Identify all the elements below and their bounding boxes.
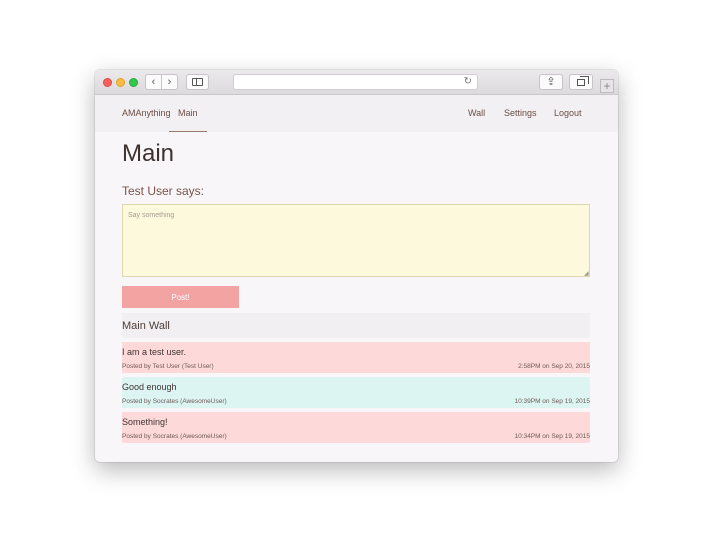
nav-item-logout[interactable]: Logout <box>554 108 582 118</box>
post-timestamp: 10:39PM on Sep 19, 2015 <box>514 398 590 405</box>
close-window-button[interactable] <box>103 78 112 87</box>
reload-icon[interactable]: ↻ <box>464 76 472 87</box>
share-icon: ⇪ <box>546 75 556 88</box>
post-timestamp: 10:34PM on Sep 19, 2015 <box>514 433 590 440</box>
wall-post: Something! Posted by Socrates (AwesomeUs… <box>122 412 590 443</box>
tabs-icon <box>577 75 589 86</box>
post-message: Good enough <box>122 382 177 392</box>
post-textarea[interactable] <box>122 204 590 277</box>
sidebar-icon <box>192 78 203 86</box>
nav-item-main[interactable]: Main <box>169 95 207 132</box>
wall-post: Good enough Posted by Socrates (AwesomeU… <box>122 377 590 408</box>
show-tabs-button[interactable] <box>569 74 593 90</box>
new-tab-button[interactable]: + <box>600 79 614 93</box>
post-message: I am a test user. <box>122 347 187 357</box>
wall-title: Main Wall <box>122 320 170 332</box>
page-title: Main <box>122 140 175 167</box>
nav-item-settings[interactable]: Settings <box>504 108 537 118</box>
forward-button[interactable]: › <box>162 76 177 88</box>
share-button[interactable]: ⇪ <box>539 74 563 90</box>
wall-header: Main Wall <box>122 313 590 338</box>
sidebar-toggle-button[interactable] <box>186 74 209 90</box>
post-author: Posted by Test User (Test User) <box>122 363 214 370</box>
post-timestamp: 2:58PM on Sep 20, 2015 <box>518 363 590 370</box>
wall-post: I am a test user. Posted by Test User (T… <box>122 342 590 373</box>
post-button[interactable]: Post! <box>122 286 239 308</box>
post-message: Something! <box>122 417 168 427</box>
browser-window: ‹ › ↻ ⇪ + AMAnything Main Wall Settings … <box>95 70 618 462</box>
resize-grip-icon[interactable]: ◢ <box>584 271 589 277</box>
minimize-window-button[interactable] <box>116 78 125 87</box>
nav-item-main-label: Main <box>178 108 198 118</box>
history-nav-group: ‹ › <box>145 74 178 90</box>
zoom-window-button[interactable] <box>129 78 138 87</box>
post-author: Posted by Socrates (AwesomeUser) <box>122 433 227 440</box>
composer-label: Test User says: <box>122 184 205 198</box>
post-author: Posted by Socrates (AwesomeUser) <box>122 398 227 405</box>
nav-item-wall[interactable]: Wall <box>468 108 485 118</box>
browser-titlebar: ‹ › ↻ ⇪ + <box>95 70 618 95</box>
site-navbar: AMAnything Main Wall Settings Logout <box>95 95 618 132</box>
main-content: Main Test User says: ◢ Post! Main Wall I… <box>95 132 618 462</box>
brand-link[interactable]: AMAnything <box>122 108 171 118</box>
back-button[interactable]: ‹ <box>146 76 161 88</box>
address-bar[interactable]: ↻ <box>233 74 478 90</box>
